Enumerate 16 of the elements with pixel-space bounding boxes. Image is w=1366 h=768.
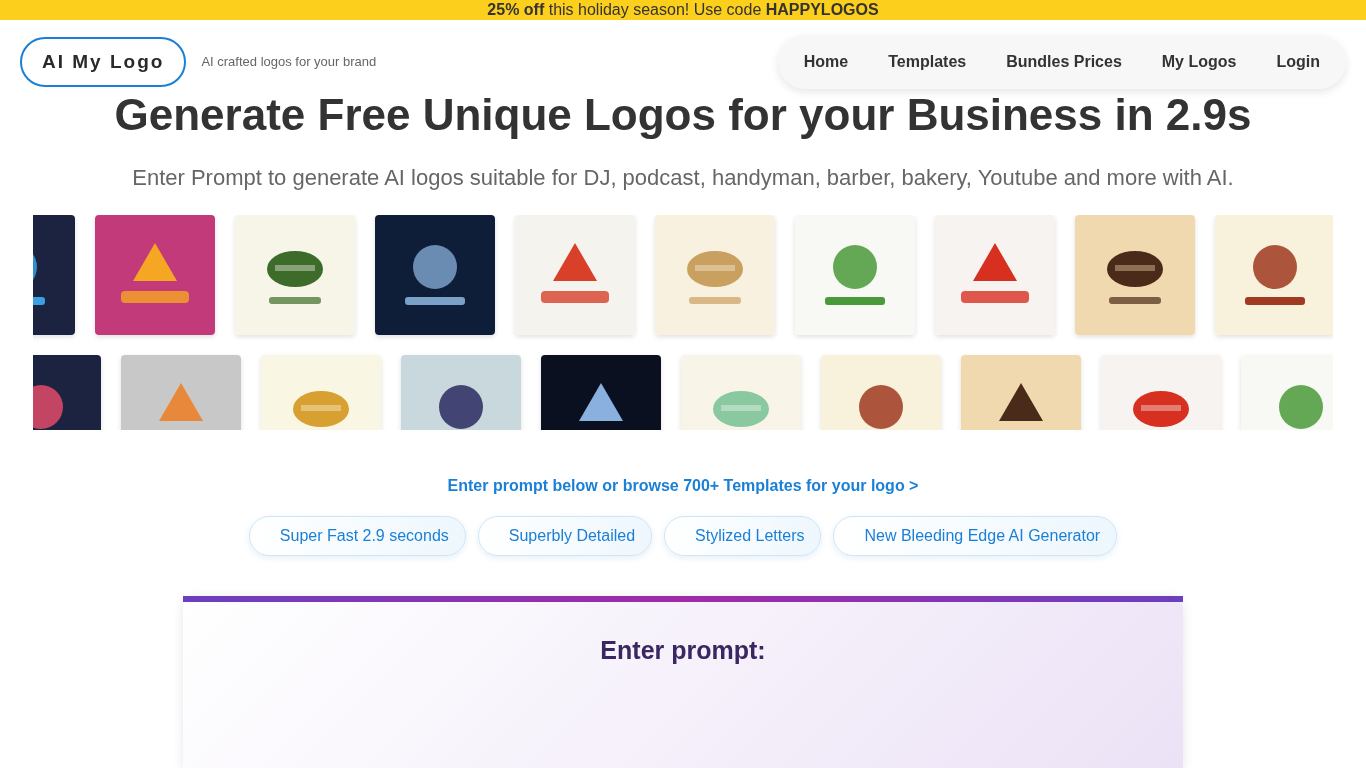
nav-link[interactable]: Home (783, 52, 869, 71)
nav-link[interactable]: Login (1256, 52, 1340, 71)
promo-text: 25% off this holiday season! Use code HAPPYLOGOS (487, 0, 879, 19)
nav-link[interactable]: Bundles Prices (986, 52, 1142, 71)
nav-link[interactable]: Templates (868, 52, 987, 71)
feature-chip: Stylized Letters (664, 516, 822, 557)
tagline: AI crafted logos for your brand (201, 54, 377, 70)
prompt-heading: Enter prompt: (600, 636, 766, 667)
feature-chip: New Bleeding Edge AI Generator (833, 516, 1118, 557)
hero-title: Generate Free Unique Logos for your Business in 2.9s (114, 88, 1252, 141)
feature-chip: Super Fast 2.9 seconds (248, 516, 466, 557)
nav-link[interactable]: My Logos (1141, 52, 1257, 71)
templates-link[interactable]: Enter prompt below or browse 700+ Templates for your logo > (447, 477, 919, 496)
hero-subtitle: Enter Prompt to generate AI logos suitable for DJ, podcast, handyman, barber, bakery, Youtube and more with AI. (132, 164, 1234, 191)
site-logo[interactable]: AI My Logo (20, 36, 187, 87)
feature-chip: Superbly Detailed (477, 516, 653, 557)
